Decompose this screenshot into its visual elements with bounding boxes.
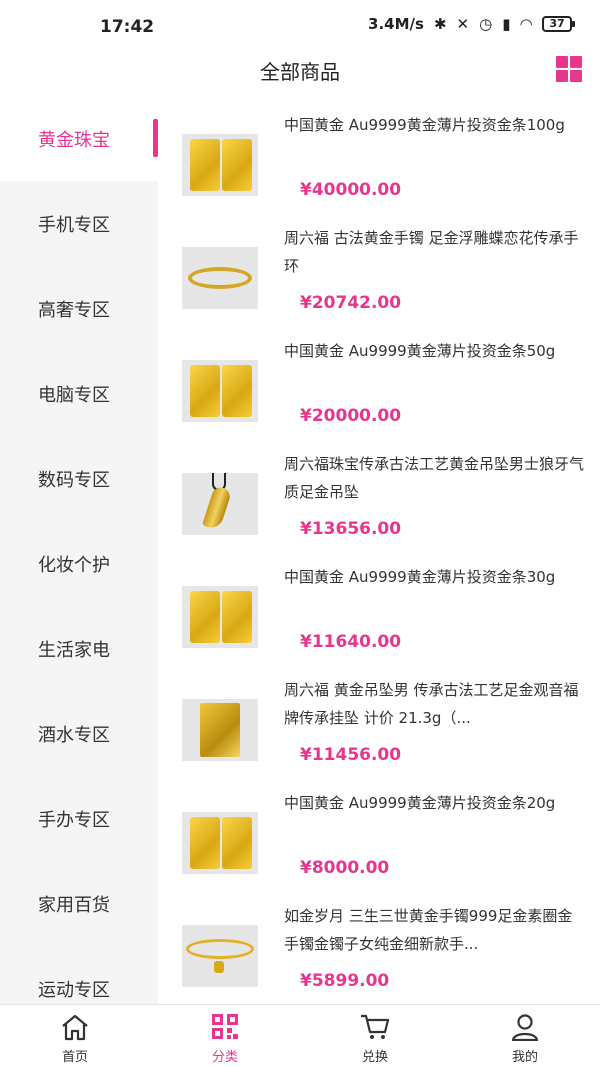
sidebar-item[interactable]: 电脑专区 [0,351,158,436]
product-image [182,699,258,761]
status-time: 17:42 [100,17,155,37]
sidebar-item[interactable]: 黄金珠宝 [0,96,158,181]
product-image [182,812,258,874]
battery-icon: 37 [542,16,575,32]
product-price: ¥20742.00 [300,293,402,313]
product-image [182,360,258,422]
alarm-icon: ◷ [479,15,493,33]
product-item[interactable]: 中国黄金 Au9999黄金薄片投资金条50g ¥20000.00 [158,322,600,435]
product-name: 如金岁月 三生三世黄金手镯999足金素圈金手镯金镯子女纯金细新款手... [284,907,573,953]
tab-label: 分类 [211,1050,238,1065]
sidebar-item[interactable]: 手办专区 [0,776,158,861]
sidebar-item[interactable]: 高奢专区 [0,266,158,351]
product-image [182,925,258,987]
sidebar-item[interactable]: 酒水专区 [0,691,158,776]
product-item[interactable]: 周六福珠宝传承古法工艺黄金吊坠男士狼牙气质足金吊坠 ¥13656.00 [158,435,600,548]
product-price: ¥5899.00 [300,971,390,991]
sidebar-item-label: 化妆个护 [38,554,110,576]
product-image [182,247,258,309]
bluetooth-icon: ✱ [433,15,447,33]
sidebar-item-label: 家用百货 [38,894,110,916]
bottom-tabbar: 首页 分类 兑换 我的 [0,1004,600,1067]
product-price: ¥13656.00 [300,519,402,539]
product-image [182,586,258,648]
product-name: 中国黄金 Au9999黄金薄片投资金条30g [284,568,556,586]
tab-exchange[interactable]: 兑换 [300,1005,450,1067]
sidebar-item-label: 高奢专区 [38,299,110,321]
product-price: ¥11456.00 [300,745,402,765]
product-item[interactable]: 周六福 古法黄金手镯 足金浮雕蝶恋花传承手环 ¥20742.00 [158,209,600,322]
product-name: 周六福珠宝传承古法工艺黄金吊坠男士狼牙气质足金吊坠 [284,455,584,501]
sidebar-item[interactable]: 化妆个护 [0,521,158,606]
header: 全部商品 [0,48,600,96]
product-item[interactable]: 如金岁月 三生三世黄金手镯999足金素圈金手镯金镯子女纯金细新款手... ¥589… [158,887,600,1000]
sidebar-item-label: 手办专区 [38,809,110,831]
product-name: 中国黄金 Au9999黄金薄片投资金条20g [284,794,556,812]
sidebar-item[interactable]: 数码专区 [0,436,158,521]
tab-label: 首页 [61,1050,88,1065]
sidebar-item-label: 手机专区 [38,214,110,236]
signal-icon: ▮ [502,15,511,33]
tab-label: 我的 [511,1050,538,1065]
sidebar-item-label: 电脑专区 [38,384,110,406]
product-list: 中国黄金 Au9999黄金薄片投资金条100g ¥40000.00 周六福 古法黄金… [158,96,600,1004]
sidebar-item[interactable]: 手机专区 [0,181,158,266]
home-icon [62,1014,88,1041]
product-name: 中国黄金 Au9999黄金薄片投资金条50g [284,342,556,360]
grid-view-icon[interactable] [556,56,582,82]
category-sidebar: 黄金珠宝手机专区高奢专区电脑专区数码专区化妆个护生活家电酒水专区手办专区家用百货… [0,96,158,1004]
product-image [182,473,258,535]
product-name: 周六福 古法黄金手镯 足金浮雕蝶恋花传承手环 [284,229,579,275]
product-price: ¥20000.00 [300,406,402,426]
network-speed: 3.4M/s [368,15,424,33]
sidebar-item-label: 运动专区 [38,979,110,1001]
product-item[interactable]: 中国黄金 Au9999黄金薄片投资金条20g ¥8000.00 [158,774,600,887]
product-item[interactable]: 中国黄金 Au9999黄金薄片投资金条30g ¥11640.00 [158,548,600,661]
product-price: ¥40000.00 [300,180,402,200]
product-price: ¥8000.00 [300,858,390,878]
sidebar-item-label: 生活家电 [38,639,110,661]
sidebar-item[interactable]: 家用百货 [0,861,158,946]
product-item[interactable]: 中国黄金 Au9999黄金薄片投资金条100g ¥40000.00 [158,96,600,209]
product-price: ¥11640.00 [300,632,402,652]
product-name: 中国黄金 Au9999黄金薄片投资金条100g [284,116,565,134]
tab-mine[interactable]: 我的 [450,1005,600,1067]
tab-home[interactable]: 首页 [0,1005,150,1067]
tab-label: 兑换 [361,1050,388,1065]
sidebar-item-label: 黄金珠宝 [38,129,110,151]
category-icon [212,1014,238,1039]
sidebar-item-label: 酒水专区 [38,724,110,746]
product-name: 周六福 黄金吊坠男 传承古法工艺足金观音福牌传承挂坠 计价 21.3g（... [284,681,579,727]
product-item[interactable]: 周六福 黄金吊坠男 传承古法工艺足金观音福牌传承挂坠 计价 21.3g（... ¥… [158,661,600,774]
sidebar-item-label: 数码专区 [38,469,110,491]
tab-category[interactable]: 分类 [150,1005,300,1067]
sidebar-item[interactable]: 生活家电 [0,606,158,691]
sidebar-item[interactable]: 运动专区 [0,946,158,1004]
page-title: 全部商品 [260,60,340,84]
status-icons: 3.4M/s ✱ ✕ ◷ ▮ ◠ 37 [368,15,575,33]
mute-icon: ✕ [456,15,470,33]
wifi-icon: ◠ [520,15,532,33]
status-bar: 17:42 3.4M/s ✱ ✕ ◷ ▮ ◠ 37 [0,0,600,48]
user-icon [511,1014,539,1041]
cart-icon [361,1014,390,1039]
product-image [182,134,258,196]
